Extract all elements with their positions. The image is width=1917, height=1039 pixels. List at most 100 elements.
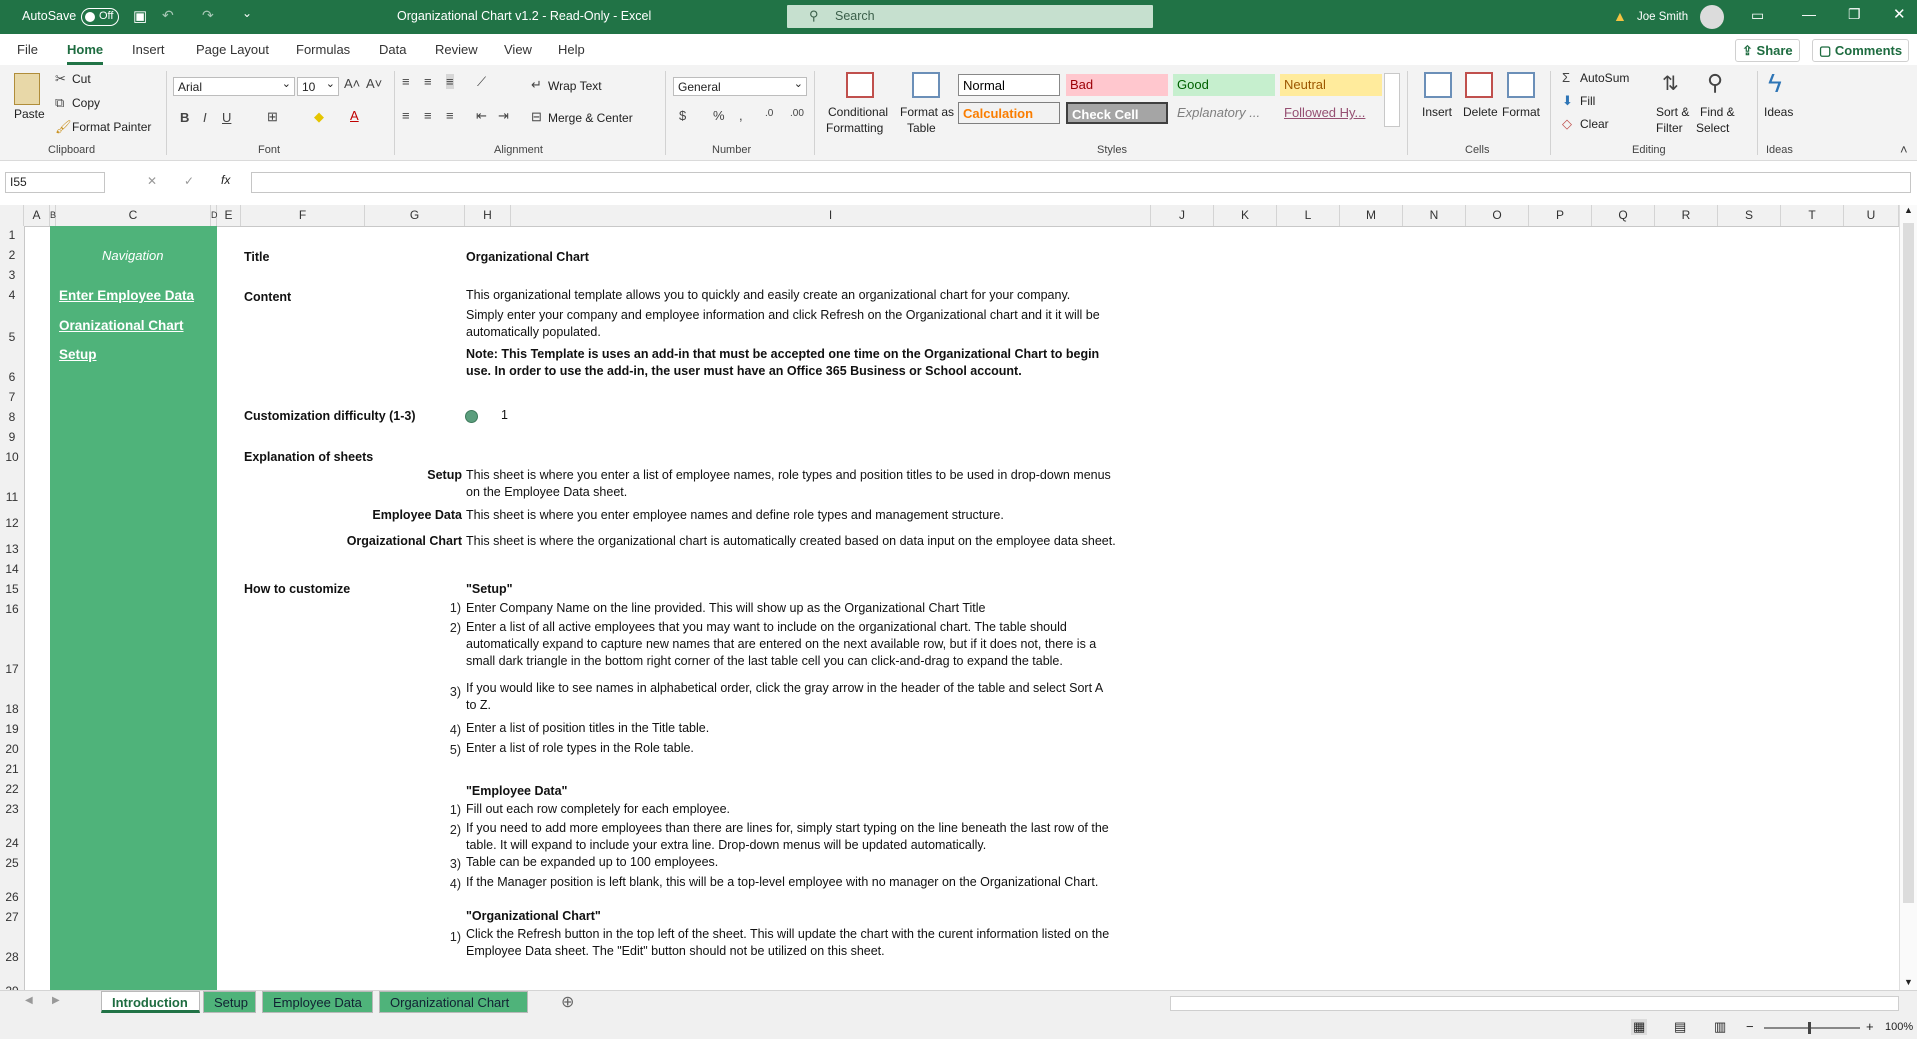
autosave-toggle[interactable]: Off [81, 8, 119, 26]
col-header[interactable]: L [1277, 205, 1340, 226]
conditional-formatting-icon[interactable] [846, 72, 874, 98]
col-header[interactable]: A [24, 205, 50, 226]
select-label[interactable]: Select [1696, 121, 1729, 135]
col-header[interactable]: Q [1592, 205, 1655, 226]
step-text[interactable]: Click the Refresh button in the top left… [466, 926, 1109, 943]
find-icon[interactable]: ⚲ [1707, 70, 1723, 96]
menu-data[interactable]: Data [379, 42, 406, 57]
row-header[interactable]: 13 [0, 542, 24, 556]
percent-icon[interactable]: % [713, 108, 725, 123]
format-as-table-icon[interactable] [912, 72, 940, 98]
cut-button[interactable]: Cut [72, 72, 91, 86]
fill-button[interactable]: Fill [1580, 94, 1595, 108]
sheet-desc-line[interactable]: This sheet is where you enter employee n… [466, 507, 1004, 524]
redo-icon[interactable]: ↷ [202, 7, 214, 24]
menu-formulas[interactable]: Formulas [296, 42, 350, 57]
tab-organizational-chart[interactable]: Organizational Chart [379, 991, 528, 1013]
row-header[interactable]: 27 [0, 910, 24, 924]
align-left-icon[interactable]: ≡ [402, 108, 410, 123]
decrease-indent-icon[interactable]: ⇤ [476, 108, 487, 124]
close-icon[interactable]: ✕ [1893, 5, 1906, 23]
user-name[interactable]: Joe Smith [1637, 11, 1688, 23]
font-size-combo[interactable]: 10 [297, 75, 339, 96]
customize-label[interactable]: How to customize [244, 581, 350, 598]
align-bottom-icon[interactable]: ≡ [446, 74, 454, 89]
employee-data-heading[interactable]: "Employee Data" [466, 783, 567, 800]
horizontal-scrollbar[interactable] [1170, 996, 1899, 1011]
nav-link-enter-employee-data[interactable]: Enter Employee Data [59, 288, 194, 303]
undo-icon[interactable]: ↶ [162, 7, 174, 24]
difficulty-label[interactable]: Customization difficulty (1-3) [244, 408, 416, 425]
row-header[interactable]: 7 [0, 390, 24, 404]
col-header[interactable]: J [1151, 205, 1214, 226]
menu-view[interactable]: View [504, 42, 532, 57]
row-header[interactable]: 20 [0, 742, 24, 756]
share-button[interactable]: ⇪ Share [1735, 39, 1800, 62]
select-all-corner[interactable] [0, 205, 24, 226]
comma-icon[interactable]: , [739, 108, 743, 123]
row-header[interactable]: 25 [0, 856, 24, 870]
delete-cells-icon[interactable] [1465, 72, 1493, 98]
restore-icon[interactable]: ❐ [1848, 6, 1861, 23]
tab-setup[interactable]: Setup [203, 991, 256, 1013]
col-header[interactable]: U [1844, 205, 1899, 226]
step-text[interactable]: Fill out each row completely for each em… [466, 801, 730, 818]
col-header[interactable]: O [1466, 205, 1529, 226]
collapse-ribbon-icon[interactable]: ˄ [1900, 142, 1908, 157]
insert-cells-icon[interactable] [1424, 72, 1452, 98]
menu-home[interactable]: Home [67, 42, 104, 65]
content-label[interactable]: Content [244, 289, 291, 306]
enter-icon[interactable]: ✓ [184, 174, 194, 188]
font-name-combo[interactable]: Arial [173, 75, 295, 96]
row-header[interactable]: 28 [0, 950, 24, 964]
sheet-name-org-chart[interactable]: Orgaizational Chart [300, 533, 462, 550]
row-header[interactable]: 24 [0, 836, 24, 850]
row-header[interactable]: 1 [0, 228, 24, 242]
sort-label[interactable]: Sort & [1656, 105, 1689, 119]
font-color-icon[interactable]: A [350, 108, 359, 123]
tab-introduction[interactable]: Introduction [101, 991, 200, 1013]
col-header[interactable]: P [1529, 205, 1592, 226]
nav-link-setup[interactable]: Setup [59, 347, 97, 362]
row-header[interactable]: 17 [0, 662, 24, 676]
conditional-label[interactable]: Conditional [828, 105, 888, 119]
org-chart-heading[interactable]: "Organizational Chart" [466, 908, 601, 925]
row-header[interactable]: 4 [0, 288, 24, 302]
step-text[interactable]: If the Manager position is left blank, t… [466, 874, 1098, 891]
row-header[interactable]: 9 [0, 430, 24, 444]
warning-icon[interactable]: ▲ [1613, 8, 1627, 24]
explanation-label[interactable]: Explanation of sheets [244, 449, 373, 466]
orientation-icon[interactable]: ⟋ [477, 74, 486, 90]
format-as-label[interactable]: Format as [900, 105, 954, 119]
align-center-icon[interactable]: ≡ [424, 108, 432, 123]
row-header[interactable]: 26 [0, 890, 24, 904]
col-header[interactable]: G [365, 205, 465, 226]
cancel-icon[interactable]: ✕ [147, 174, 157, 188]
sheet-desc-line[interactable]: on the Employee Data sheet. [466, 484, 627, 501]
sheet-name-employee-data[interactable]: Employee Data [300, 507, 462, 524]
ideas-button[interactable]: Ideas [1764, 105, 1793, 119]
col-header[interactable]: N [1403, 205, 1466, 226]
styles-gallery-scroll[interactable] [1384, 73, 1400, 127]
row-header[interactable]: 15 [0, 582, 24, 596]
format-painter-button[interactable]: Format Painter [72, 120, 151, 134]
insert-cells-button[interactable]: Insert [1422, 105, 1452, 119]
style-good[interactable]: Good [1173, 74, 1275, 96]
style-followed-hyperlink[interactable]: Followed Hy... [1280, 102, 1382, 124]
row-header[interactable]: 16 [0, 602, 24, 616]
style-calculation[interactable]: Calculation [958, 102, 1060, 124]
scroll-thumb[interactable] [1903, 223, 1914, 903]
step-text[interactable]: Employee Data sheet. The "Edit" button s… [466, 943, 885, 960]
clear-button[interactable]: Clear [1580, 117, 1609, 131]
title-label[interactable]: Title [244, 249, 269, 266]
style-bad[interactable]: Bad [1066, 74, 1168, 96]
new-sheet-icon[interactable]: ⊕ [561, 992, 574, 1012]
page-layout-view-icon[interactable]: ▤ [1674, 1019, 1686, 1035]
filter-label[interactable]: Filter [1656, 121, 1683, 135]
zoom-slider[interactable] [1764, 1027, 1860, 1029]
underline-icon[interactable]: U [222, 110, 231, 125]
step-text[interactable]: Enter a list of position titles in the T… [466, 720, 709, 737]
row-header[interactable]: 23 [0, 802, 24, 816]
increase-indent-icon[interactable]: ⇥ [498, 108, 509, 124]
menu-review[interactable]: Review [435, 42, 478, 57]
